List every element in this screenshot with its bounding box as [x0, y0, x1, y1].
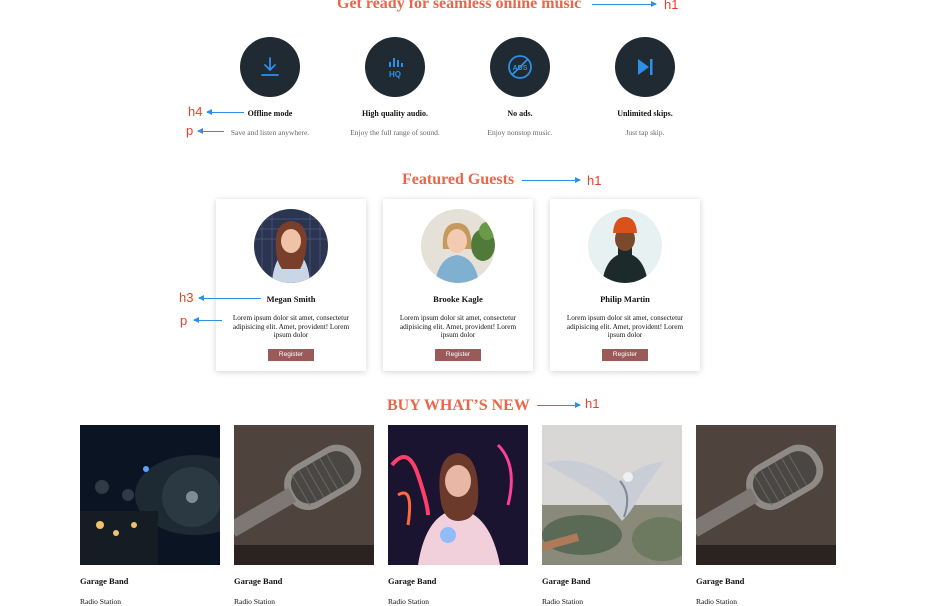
product-image[interactable]	[542, 425, 682, 565]
features-heading: Get ready for seamless online music	[337, 0, 582, 12]
product-card[interactable]: Garage Band Radio Station	[388, 425, 528, 606]
product-card[interactable]: Garage Band Radio Station	[542, 425, 682, 606]
product-card[interactable]: Garage Band Radio Station	[696, 425, 836, 606]
annotation-h4: h4	[188, 104, 203, 119]
annotation-h1: h1	[664, 0, 679, 12]
hq-audio-icon: HQ	[365, 37, 425, 97]
product-image[interactable]	[80, 425, 220, 565]
product-title: Garage Band	[80, 576, 129, 586]
product-title: Garage Band	[696, 576, 745, 586]
annotation-h1: h1	[585, 396, 600, 411]
no-ads-icon: ADS	[490, 37, 550, 97]
guest-description: Lorem ipsum dolor sit amet, consectetur …	[399, 314, 517, 340]
guest-name: Megan Smith	[266, 294, 316, 304]
annotation-h1: h1	[587, 173, 602, 188]
product-image[interactable]	[696, 425, 836, 565]
product-image[interactable]	[234, 425, 374, 565]
product-title: Garage Band	[542, 576, 591, 586]
annotation-p: p	[180, 313, 188, 328]
product-image[interactable]	[388, 425, 528, 565]
skip-icon	[615, 37, 675, 97]
annotation-arrow	[193, 317, 222, 323]
annotation-arrow	[198, 295, 261, 301]
guest-description: Lorem ipsum dolor sit amet, consectetur …	[566, 314, 684, 340]
annotation-arrow	[522, 177, 581, 183]
register-button[interactable]: Register	[602, 349, 648, 361]
guest-card: Philip Martin Lorem ipsum dolor sit amet…	[550, 199, 700, 371]
svg-text:ADS: ADS	[513, 65, 528, 72]
guest-card: Brooke Kagle Lorem ipsum dolor sit amet,…	[383, 199, 533, 371]
annotation-p: p	[186, 123, 194, 138]
product-title: Garage Band	[234, 576, 283, 586]
feature-desc: Just tap skip.	[625, 128, 665, 137]
annotation-arrow	[537, 402, 581, 408]
product-title: Garage Band	[388, 576, 437, 586]
feature-title: Unlimited skips.	[617, 109, 673, 118]
product-card[interactable]: Garage Band Radio Station	[80, 425, 220, 606]
download-icon	[240, 37, 300, 97]
guest-name: Brooke Kagle	[433, 294, 483, 304]
guest-name: Philip Martin	[600, 294, 650, 304]
avatar	[254, 209, 328, 283]
guest-card: Megan Smith Lorem ipsum dolor sit amet, …	[216, 199, 366, 371]
register-button[interactable]: Register	[268, 349, 314, 361]
shop-heading: BUY WHAT’S NEW	[387, 397, 530, 414]
annotation-arrow	[592, 1, 657, 7]
annotation-arrow	[206, 109, 244, 115]
svg-text:HQ: HQ	[389, 70, 401, 79]
register-button[interactable]: Register	[435, 349, 481, 361]
guests-heading: Featured Guests	[402, 171, 515, 188]
annotation-h3: h3	[179, 290, 194, 305]
annotation-arrow	[197, 128, 224, 134]
avatar	[588, 209, 662, 283]
guest-description: Lorem ipsum dolor sit amet, consectetur …	[232, 314, 350, 340]
avatar	[421, 209, 495, 283]
product-card[interactable]: Garage Band Radio Station	[234, 425, 374, 606]
